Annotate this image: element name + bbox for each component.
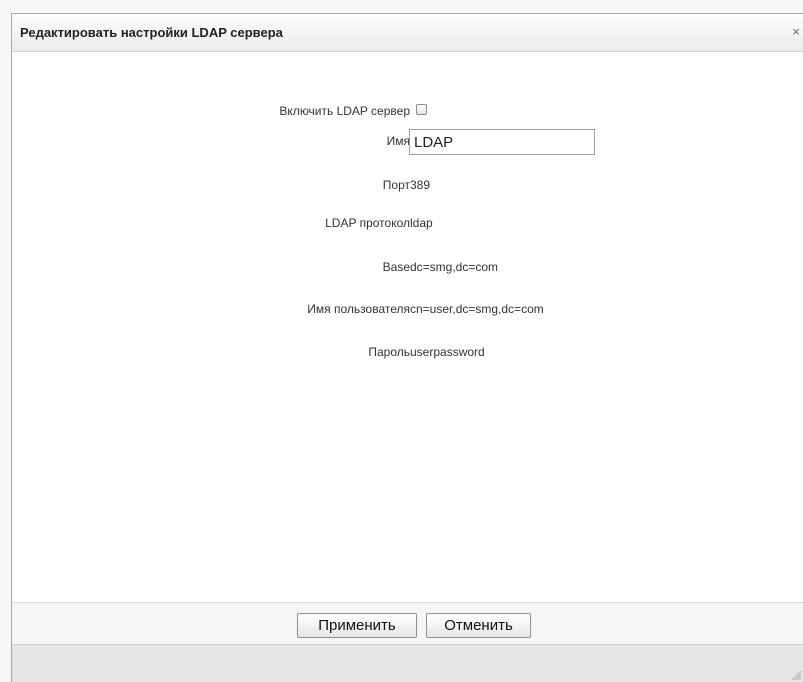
port-label: Порт — [382, 178, 410, 192]
resize-grip-icon[interactable] — [791, 670, 801, 680]
close-icon[interactable]: × — [792, 25, 800, 39]
base-value: dc=smg,dc=com — [410, 260, 499, 274]
name-label: Имя — [386, 134, 410, 148]
dialog-footer: Применить Отменить — [12, 602, 803, 644]
base-label: Base — [382, 260, 410, 274]
enable-ldap-label: Включить LDAP сервер — [279, 104, 410, 118]
protocol-row: LDAP протокол ldap — [12, 211, 803, 237]
dialog-content: Включить LDAP сервер Имя Порт 389 LDAP п… — [12, 52, 803, 602]
password-value: userpassword — [410, 345, 485, 359]
password-row: Пароль userpassword — [12, 340, 803, 366]
cancel-button[interactable]: Отменить — [426, 613, 531, 638]
name-row: Имя — [12, 129, 803, 155]
username-label: Имя пользователя — [307, 302, 410, 316]
ldap-settings-dialog: Редактировать настройки LDAP сервера × В… — [11, 13, 803, 682]
port-value: 389 — [410, 178, 431, 192]
protocol-label: LDAP протокол — [325, 216, 410, 230]
enable-ldap-row: Включить LDAP сервер — [12, 99, 803, 125]
port-row: Порт 389 — [12, 173, 803, 199]
password-label: Пароль — [368, 345, 410, 359]
base-row: Base dc=smg,dc=com — [12, 255, 803, 281]
dialog-title: Редактировать настройки LDAP сервера — [20, 25, 283, 40]
enable-ldap-checkbox[interactable] — [416, 104, 427, 115]
username-value: cn=user,dc=smg,dc=com — [410, 302, 544, 316]
username-row: Имя пользователя cn=user,dc=smg,dc=com — [12, 297, 803, 323]
apply-button[interactable]: Применить — [297, 613, 417, 638]
dialog-titlebar[interactable]: Редактировать настройки LDAP сервера × — [12, 14, 803, 52]
dialog-statusbar — [12, 644, 803, 682]
protocol-value: ldap — [410, 216, 433, 230]
name-input[interactable] — [409, 129, 595, 155]
